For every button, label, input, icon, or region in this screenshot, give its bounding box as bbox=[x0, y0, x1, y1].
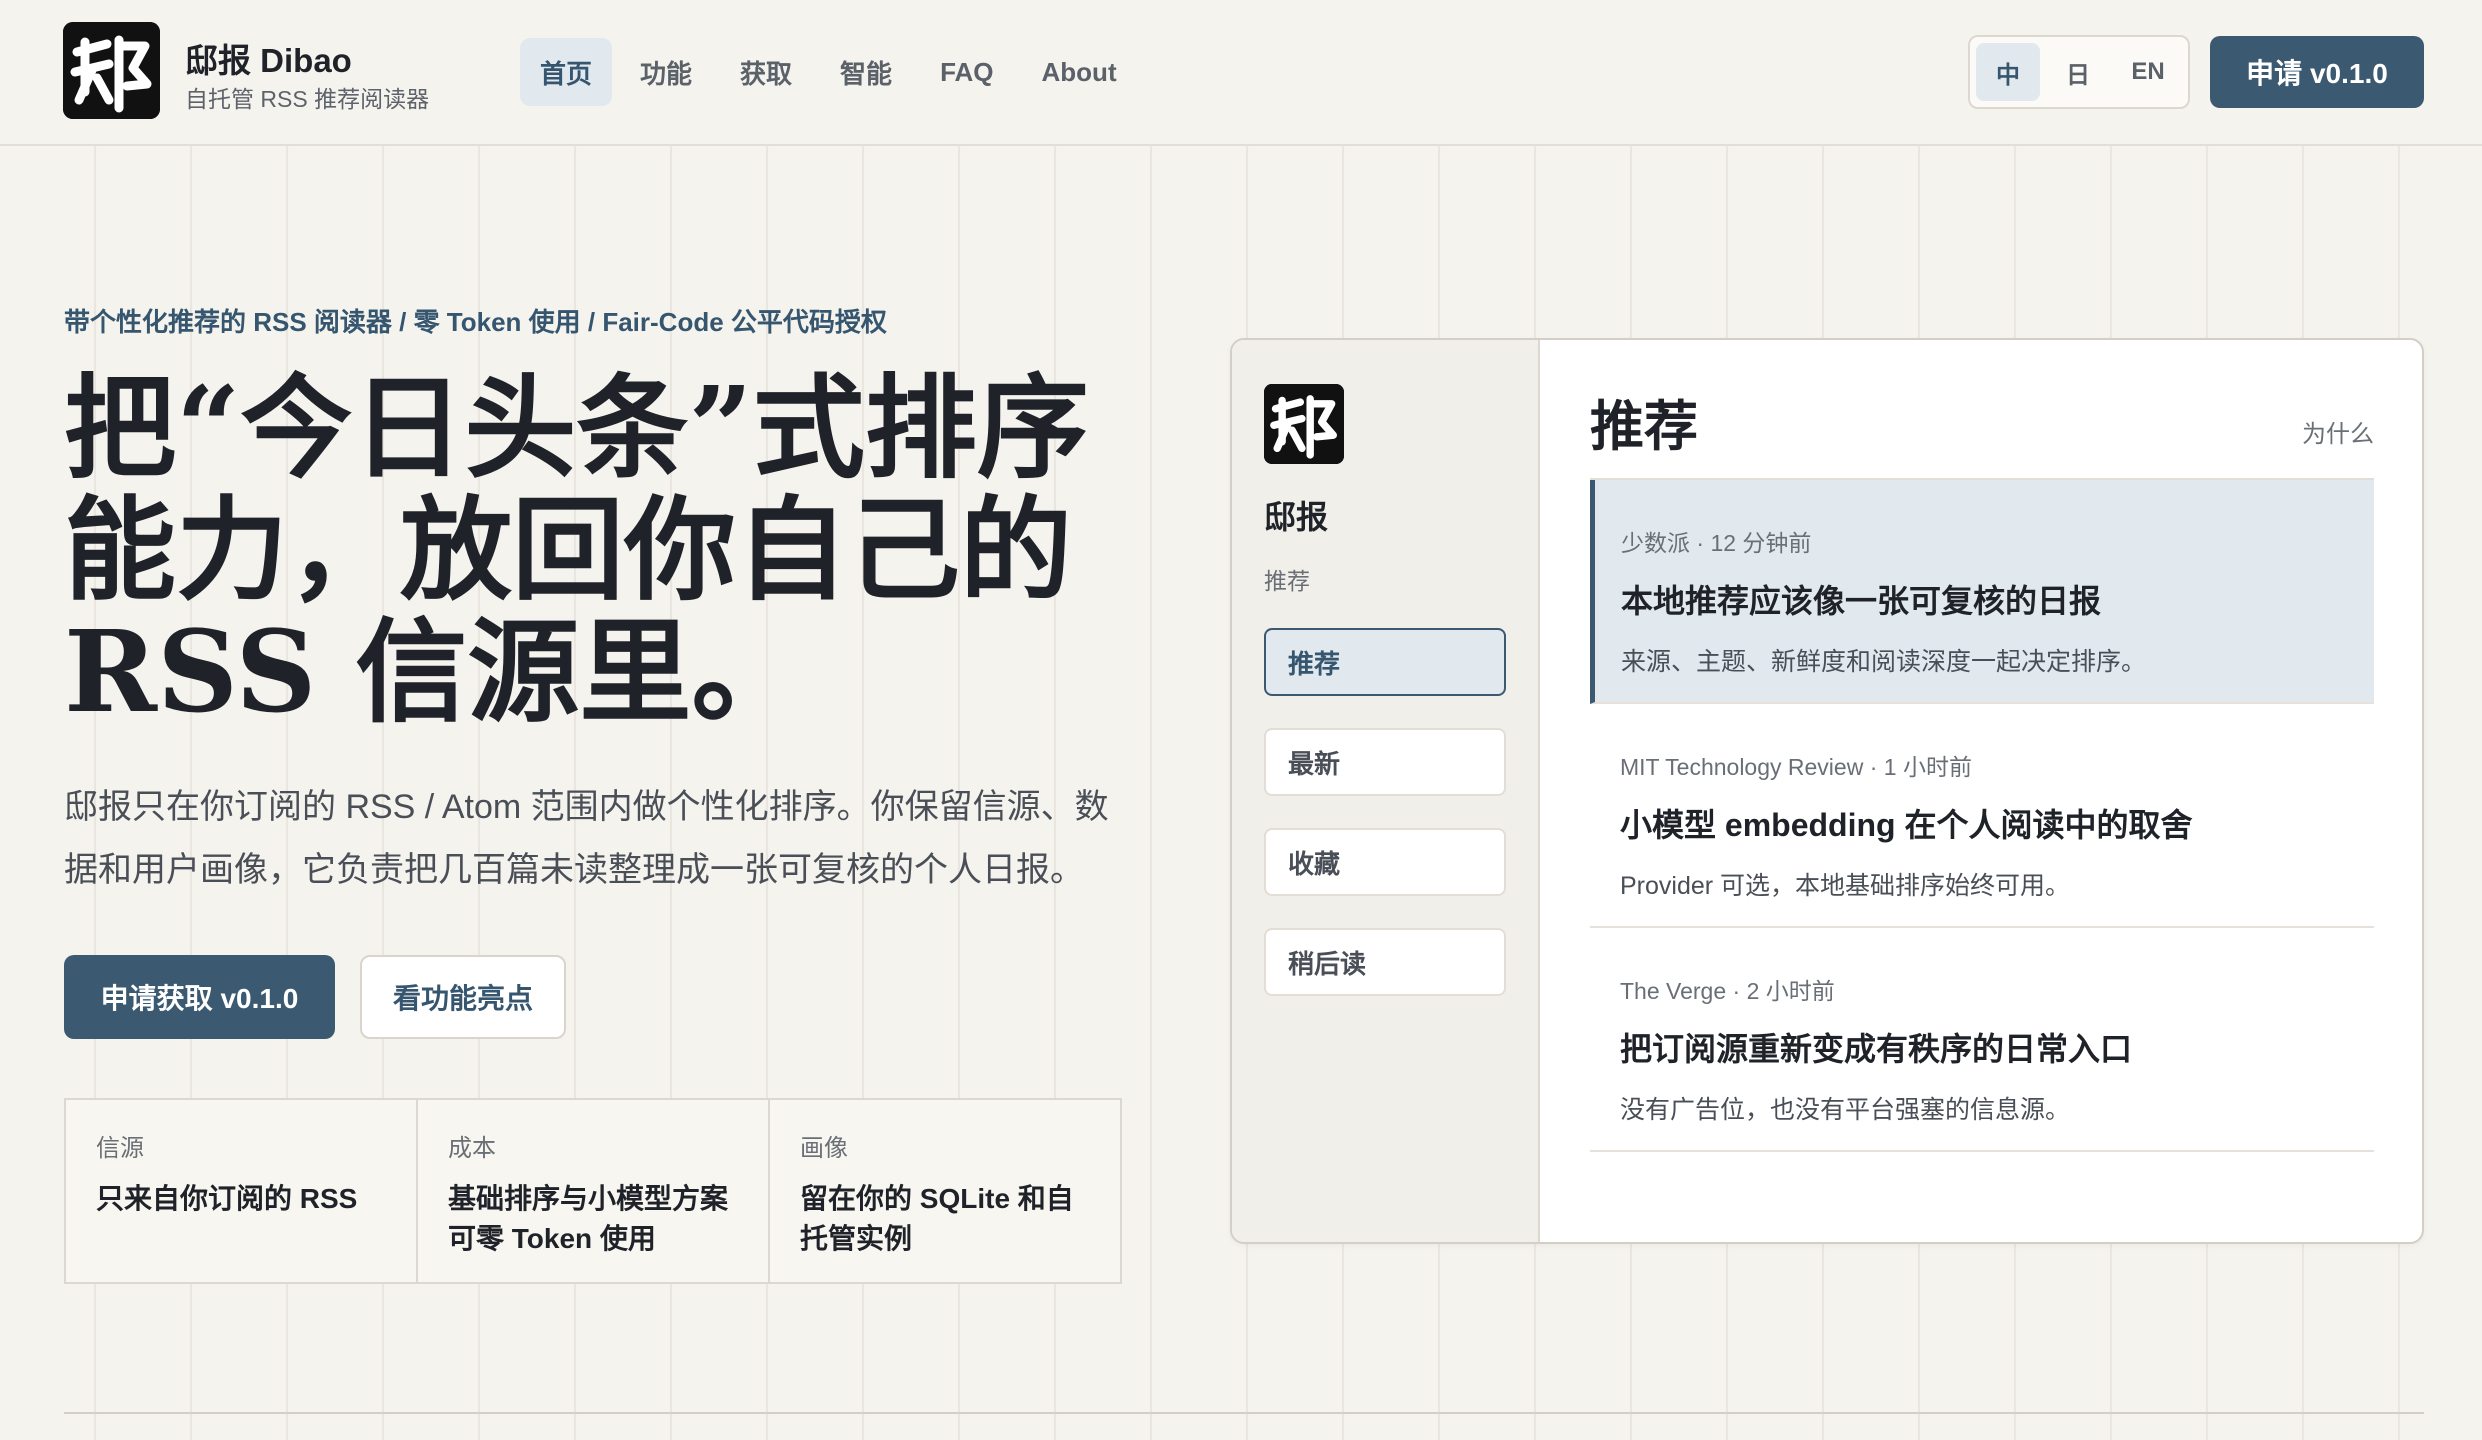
preview-title: 推荐 bbox=[1590, 394, 1698, 458]
preview-nav-saved[interactable]: 收藏 bbox=[1264, 828, 1506, 896]
preview-nav-latest[interactable]: 最新 bbox=[1264, 728, 1506, 796]
fact-label: 画像 bbox=[800, 1135, 848, 1162]
fact-value: 基础排序与小模型方案可零 Token 使用 bbox=[448, 1183, 729, 1254]
nav-features[interactable]: 功能 bbox=[620, 38, 712, 106]
language-switcher: 中 日 EN bbox=[1968, 35, 2190, 109]
brand-logo-icon[interactable] bbox=[63, 22, 160, 119]
fact-label: 成本 bbox=[448, 1135, 496, 1162]
lang-ja[interactable]: 日 bbox=[2046, 43, 2110, 101]
preview-app-name: 邸报 bbox=[1264, 499, 1329, 535]
app-logo-icon bbox=[1264, 384, 1344, 464]
article-title: 把订阅源重新变成有秩序的日常入口 bbox=[1620, 1031, 2133, 1067]
header-apply-button[interactable]: 申请 v0.1.0 bbox=[2210, 36, 2424, 108]
article-title: 本地推荐应该像一张可复核的日报 bbox=[1621, 583, 2102, 619]
article-meta: The Verge · 2 小时前 bbox=[1620, 978, 1835, 1004]
fact-label: 信源 bbox=[96, 1135, 144, 1162]
article-card[interactable]: The Verge · 2 小时前 把订阅源重新变成有秩序的日常入口 没有广告位… bbox=[1590, 928, 2374, 1152]
article-summary: 没有广告位，也没有平台强塞的信息源。 bbox=[1620, 1096, 2071, 1124]
section-divider bbox=[64, 1412, 2424, 1414]
article-list: 少数派 · 12 分钟前 本地推荐应该像一张可复核的日报 来源、主题、新鲜度和阅… bbox=[1590, 478, 2374, 1152]
hero-eyebrow: 带个性化推荐的 RSS 阅读器 / 零 Token 使用 / Fair-Code… bbox=[64, 307, 887, 337]
lang-en[interactable]: EN bbox=[2116, 43, 2180, 101]
preview-main: 推荐 为什么 少数派 · 12 分钟前 本地推荐应该像一张可复核的日报 来源、主… bbox=[1540, 340, 2422, 1242]
fact-source: 信源 只来自你订阅的 RSS bbox=[66, 1100, 418, 1282]
article-card[interactable]: MIT Technology Review · 1 小时前 小模型 embedd… bbox=[1590, 704, 2374, 928]
nav-intelligence[interactable]: 智能 bbox=[820, 38, 912, 106]
headline-line: RSS 信源里。 bbox=[64, 607, 804, 738]
hero-lead: 邸报只在你订阅的 RSS / Atom 范围内做个性化排序。你保留信源、数据和用… bbox=[64, 788, 1109, 889]
article-title: 小模型 embedding 在个人阅读中的取舍 bbox=[1620, 807, 2193, 843]
fact-profile: 画像 留在你的 SQLite 和自托管实例 bbox=[770, 1100, 1120, 1282]
site-header: 邸报 Dibao 自托管 RSS 推荐阅读器 首页 功能 获取 智能 FAQ A… bbox=[0, 0, 2482, 146]
main-nav: 首页 功能 获取 智能 FAQ About bbox=[520, 38, 1137, 106]
article-meta: 少数派 · 12 分钟前 bbox=[1621, 530, 1812, 556]
hero-headline: 把“今日头条”式排序 能力，放回你自己的 RSS 信源里。 bbox=[64, 368, 1124, 734]
article-summary: 来源、主题、新鲜度和阅读深度一起决定排序。 bbox=[1621, 648, 2147, 676]
headline-line: 把“今日头条”式排序 bbox=[64, 363, 1089, 494]
preview-nav: 推荐 最新 收藏 稍后读 bbox=[1264, 628, 1506, 1028]
article-summary: Provider 可选，本地基础排序始终可用。 bbox=[1620, 872, 2071, 900]
preview-sidebar: 邸报 推荐 推荐 最新 收藏 稍后读 bbox=[1232, 340, 1540, 1242]
article-card[interactable]: 少数派 · 12 分钟前 本地推荐应该像一张可复核的日报 来源、主题、新鲜度和阅… bbox=[1590, 480, 2374, 704]
fact-value: 只来自你订阅的 RSS bbox=[96, 1183, 358, 1214]
preview-nav-read-later[interactable]: 稍后读 bbox=[1264, 928, 1506, 996]
lang-zh[interactable]: 中 bbox=[1976, 43, 2040, 101]
preview-section-label: 推荐 bbox=[1264, 568, 1310, 594]
nav-get[interactable]: 获取 bbox=[720, 38, 812, 106]
nav-faq[interactable]: FAQ bbox=[920, 38, 1013, 106]
features-button[interactable]: 看功能亮点 bbox=[360, 955, 566, 1039]
brand-name[interactable]: 邸报 Dibao bbox=[185, 34, 352, 82]
fact-value: 留在你的 SQLite 和自托管实例 bbox=[800, 1183, 1074, 1254]
apply-button[interactable]: 申请获取 v0.1.0 bbox=[64, 955, 335, 1039]
why-link[interactable]: 为什么 bbox=[2302, 414, 2374, 449]
nav-home[interactable]: 首页 bbox=[520, 38, 613, 106]
facts-grid: 信源 只来自你订阅的 RSS 成本 基础排序与小模型方案可零 Token 使用 … bbox=[64, 1098, 1122, 1284]
nav-about[interactable]: About bbox=[1022, 38, 1137, 106]
headline-line: 能力，放回你自己的 bbox=[64, 485, 1072, 616]
app-preview: 邸报 推荐 推荐 最新 收藏 稍后读 推荐 为什么 少数派 · 12 分钟前 本… bbox=[1230, 338, 2424, 1244]
preview-nav-recommended[interactable]: 推荐 bbox=[1264, 628, 1506, 696]
article-meta: MIT Technology Review · 1 小时前 bbox=[1620, 754, 1972, 780]
fact-cost: 成本 基础排序与小模型方案可零 Token 使用 bbox=[418, 1100, 770, 1282]
brand-tagline: 自托管 RSS 推荐阅读器 bbox=[185, 86, 430, 112]
